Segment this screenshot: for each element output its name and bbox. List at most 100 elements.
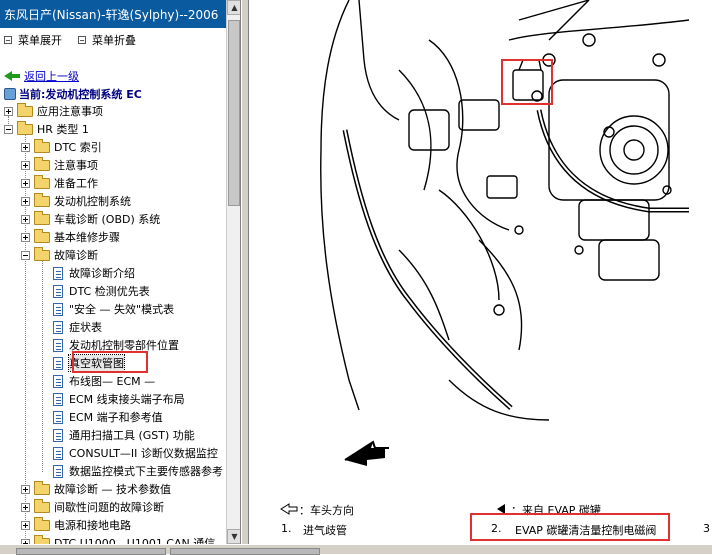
folder-icon bbox=[34, 498, 50, 513]
tree-node[interactable]: 发动机控制系统 bbox=[21, 192, 131, 210]
pane-splitter[interactable] bbox=[241, 0, 249, 554]
collapse-minus-icon[interactable] bbox=[21, 250, 30, 260]
expand-menu-label: 菜单展开 bbox=[18, 34, 62, 47]
expand-plus-icon[interactable] bbox=[21, 502, 30, 512]
back-link-label: 返回上一级 bbox=[24, 70, 79, 83]
tree-node[interactable]: 准备工作 bbox=[21, 174, 98, 192]
tree-leaf[interactable]: ECM 端子和参考值 bbox=[53, 408, 163, 426]
expand-plus-icon[interactable] bbox=[21, 196, 30, 206]
document-icon bbox=[53, 302, 63, 316]
item-1-number: 1. bbox=[281, 522, 292, 535]
tree-leaf[interactable]: 通用扫描工具 (GST) 功能 bbox=[53, 426, 195, 444]
expand-icon bbox=[4, 36, 12, 44]
tree-node[interactable]: DTC 索引 bbox=[21, 138, 102, 156]
tree-node[interactable]: 电源和接地电路 bbox=[21, 516, 131, 534]
legend-front: ：车头方向 bbox=[299, 504, 354, 517]
tree-node[interactable]: 基本维修步骤 bbox=[21, 228, 120, 246]
folder-icon bbox=[34, 516, 50, 531]
document-icon bbox=[53, 374, 63, 388]
tree-node[interactable]: 故障诊断 bbox=[21, 246, 98, 264]
tree-leaf[interactable]: CONSULT—II 诊断仪数据监控 bbox=[53, 444, 218, 462]
tree-node[interactable]: 注意事项 bbox=[21, 156, 98, 174]
document-icon bbox=[53, 338, 63, 352]
tree-node[interactable]: HR 类型 1 bbox=[4, 120, 89, 138]
collapse-menu-button[interactable]: 菜单折叠 bbox=[78, 32, 136, 48]
tree-node[interactable]: 车载诊断 (OBD) 系统 bbox=[21, 210, 160, 228]
expand-plus-icon[interactable] bbox=[21, 484, 30, 494]
folder-icon bbox=[34, 138, 50, 153]
tree-node-label: 故障诊断 — 技术参数值 bbox=[54, 483, 171, 496]
expand-menu-button[interactable]: 菜单展开 bbox=[4, 32, 62, 48]
document-icon bbox=[53, 356, 63, 370]
folder-open-icon bbox=[17, 120, 33, 135]
scroll-thumb[interactable] bbox=[228, 20, 240, 206]
tree-leaf[interactable]: 布线图— ECM — bbox=[53, 372, 155, 390]
tree-leaf-label: ECM 端子和参考值 bbox=[69, 411, 163, 424]
solenoid-highlight-box bbox=[501, 59, 553, 105]
folder-icon bbox=[34, 228, 50, 243]
navigation-pane: 东风日产(Nissan)-轩逸(Sylphy)--2006 菜单展开 菜单折叠 … bbox=[0, 0, 241, 544]
tree-node[interactable]: 应用注意事项 bbox=[4, 102, 103, 120]
tree-leaf[interactable]: DTC 检测优先表 bbox=[53, 282, 150, 300]
tree-node-label: HR 类型 1 bbox=[37, 123, 89, 136]
current-location-label: 当前:发动机控制系统 EC bbox=[19, 88, 142, 101]
tree-node-label: 发动机控制系统 bbox=[54, 195, 131, 208]
folder-icon bbox=[34, 210, 50, 225]
document-icon bbox=[53, 320, 63, 334]
tree-leaf-label: 数据监控模式下主要传感器参考 bbox=[69, 465, 223, 478]
expand-plus-icon[interactable] bbox=[21, 232, 30, 242]
tree-leaf-label: "安全 — 失效"模式表 bbox=[69, 303, 175, 316]
tree-leaf-label: 布线图— ECM — bbox=[69, 375, 156, 388]
collapse-icon bbox=[78, 36, 86, 44]
window-title: 东风日产(Nissan)-轩逸(Sylphy)--2006 bbox=[0, 0, 226, 28]
tree-leaf-label: DTC 检测优先表 bbox=[69, 285, 150, 298]
nav-scrollbar[interactable]: ▲ ▼ bbox=[226, 0, 240, 544]
scroll-down-icon[interactable]: ▼ bbox=[227, 529, 240, 544]
collapse-menu-label: 菜单折叠 bbox=[92, 34, 136, 47]
vacuum-hose-diagram bbox=[280, 0, 690, 515]
tree-node-label: DTC 索引 bbox=[54, 141, 102, 154]
document-icon bbox=[53, 464, 63, 478]
diagram-pane: ：车头方向 ：来自 EVAP 碳罐 1. 进气歧管 2. EVAP 碳罐清洁量控… bbox=[249, 0, 712, 544]
document-icon bbox=[53, 410, 63, 424]
legend-front-arrow-icon bbox=[280, 503, 298, 515]
tree-leaf-label: 通用扫描工具 (GST) 功能 bbox=[69, 429, 195, 442]
tree-connector bbox=[42, 260, 43, 472]
expand-plus-icon[interactable] bbox=[21, 142, 30, 152]
expand-plus-icon[interactable] bbox=[21, 214, 30, 224]
tree-node[interactable]: DTC U1000，U1001 CAN 通信 bbox=[21, 534, 215, 544]
tree-node-label: 间歇性问题的故障诊断 bbox=[54, 501, 164, 514]
tree-node[interactable]: 间歇性问题的故障诊断 bbox=[21, 498, 164, 516]
highlight-box bbox=[72, 351, 148, 373]
front-direction-arrow-icon bbox=[344, 440, 389, 466]
expand-plus-icon[interactable] bbox=[21, 178, 30, 188]
folder-icon bbox=[17, 102, 33, 117]
tree-leaf[interactable]: 故障诊断介绍 bbox=[53, 264, 135, 282]
item-1-label: 进气歧管 bbox=[303, 524, 347, 537]
collapse-minus-icon[interactable] bbox=[4, 124, 13, 134]
tree-leaf-label: CONSULT—II 诊断仪数据监控 bbox=[69, 447, 218, 460]
expand-plus-icon[interactable] bbox=[4, 106, 13, 116]
folder-icon bbox=[34, 480, 50, 495]
app-window: 东风日产(Nissan)-轩逸(Sylphy)--2006 菜单展开 菜单折叠 … bbox=[0, 0, 712, 555]
tree-node[interactable]: 故障诊断 — 技术参数值 bbox=[21, 480, 171, 498]
tree-leaf[interactable]: 数据监控模式下主要传感器参考 bbox=[53, 462, 223, 480]
document-icon bbox=[53, 266, 63, 280]
current-location: 当前:发动机控制系统 EC bbox=[4, 86, 142, 102]
expand-plus-icon[interactable] bbox=[21, 160, 30, 170]
tree-leaf[interactable]: "安全 — 失效"模式表 bbox=[53, 300, 174, 318]
folder-open-icon bbox=[34, 246, 50, 261]
tree-leaf-label: ECM 线束接头端子布局 bbox=[69, 393, 185, 406]
document-icon bbox=[53, 392, 63, 406]
tree-leaf[interactable]: 症状表 bbox=[53, 318, 102, 336]
document-icon bbox=[53, 446, 63, 460]
menu-toggle-bar: 菜单展开 菜单折叠 bbox=[0, 30, 226, 50]
expand-plus-icon[interactable] bbox=[21, 520, 30, 530]
status-strip bbox=[0, 544, 712, 555]
tree-leaf-label: 症状表 bbox=[69, 321, 102, 334]
tree-node-label: DTC U1000，U1001 CAN 通信 bbox=[54, 537, 216, 544]
back-link[interactable]: 返回上一级 bbox=[4, 68, 79, 84]
legend-highlight-box bbox=[470, 513, 670, 541]
tree-leaf[interactable]: ECM 线束接头端子布局 bbox=[53, 390, 185, 408]
scroll-up-icon[interactable]: ▲ bbox=[227, 0, 240, 15]
